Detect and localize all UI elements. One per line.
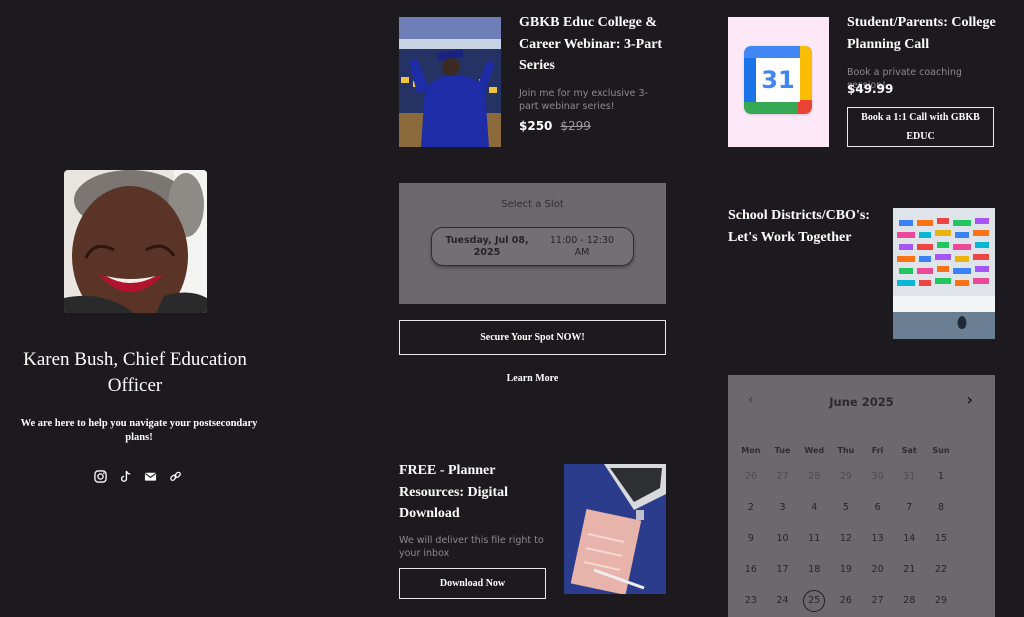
weekday-label: Sat [901,446,917,455]
calendar-day[interactable]: 21 [893,554,925,585]
weekday-row: Mon Tue Wed Thu Fri Sat Sun [735,441,989,461]
weekday-label: Thu [837,446,855,455]
calendar-day[interactable]: 19 [830,554,862,585]
calendar-week: 26 27 28 29 30 31 1 [735,461,989,492]
slot-heading: Select a Slot [501,199,564,210]
webinar-thumbnail[interactable] [399,17,501,147]
slot-option[interactable]: Tuesday, Jul 08, 2025 11:00 - 12:30 AM [431,227,634,266]
book-call-button[interactable]: Book a 1:1 Call with GBKB EDUC [847,107,994,147]
link-icon[interactable] [167,468,184,485]
calendar-day[interactable]: 11 [798,523,830,554]
calendar-day[interactable]: 9 [735,523,767,554]
calendar-day[interactable]: 16 [735,554,767,585]
profile-name: Karen Bush, Chief Education Officer [23,349,247,396]
calendar-day[interactable]: 12 [830,523,862,554]
calendar-day[interactable]: 15 [925,523,957,554]
calendar-day[interactable]: 30 [862,461,894,492]
webinar-price: $250 [519,119,553,133]
planner-thumbnail[interactable] [564,464,666,594]
calendar-day[interactable]: 22 [925,554,957,585]
calendar-week: 23 24 25 26 27 28 29 [735,585,989,616]
calendar-day[interactable]: 2 [735,492,767,523]
calendar-day[interactable]: 13 [862,523,894,554]
calendar-day[interactable]: 14 [893,523,925,554]
calendar-day[interactable]: 27 [767,461,799,492]
weekday-label: Fri [871,446,884,455]
calendar-day[interactable]: 1 [925,461,957,492]
calendar-day[interactable]: 26 [735,461,767,492]
secure-spot-button[interactable]: Secure Your Spot NOW! [399,320,666,355]
districts-thumbnail[interactable] [893,208,995,339]
calendar-day[interactable]: 17 [767,554,799,585]
calendar-day[interactable]: 26 [830,585,862,616]
social-links [88,468,188,486]
calendar-day[interactable]: 28 [798,461,830,492]
planner-title[interactable]: FREE - Planner Resources: Digital Downlo… [399,460,549,525]
slot-time: 11:00 - 12:30 AM [549,234,615,258]
calendar-week: 9 10 11 12 13 14 15 [735,523,989,554]
calendar-day[interactable]: 27 [862,585,894,616]
weekday-label: Mon [741,446,761,455]
calendar-day[interactable]: 4 [798,492,830,523]
profile-avatar [64,170,207,313]
calendar-grid: Mon Tue Wed Thu Fri Sat Sun 26 27 28 29 30 31 1 2 3 4 5 6 7… [735,441,989,616]
calendar-day[interactable]: 3 [767,492,799,523]
calendar-day[interactable]: 18 [798,554,830,585]
weekday-label: Wed [804,446,825,455]
calendar-day[interactable]: 29 [925,585,957,616]
learn-more-link[interactable]: Learn More [399,371,666,387]
slot-date: Tuesday, Jul 08, 2025 [445,234,529,258]
call-title[interactable]: Student/Parents: College Planning Call [847,12,997,55]
calendar-week: 16 17 18 19 20 21 22 [735,554,989,585]
calendar-day[interactable]: 10 [767,523,799,554]
calendar-day[interactable]: 28 [893,585,925,616]
instagram-icon[interactable] [92,468,109,485]
call-thumbnail[interactable]: 31 [728,17,829,147]
webinar-description: Join me for my exclusive 3-part webinar … [519,88,648,112]
calendar-week: 2345678 [735,492,989,523]
webinar-old-price: $299 [560,119,591,133]
next-month-icon[interactable]: › [966,390,973,409]
districts-title[interactable]: School Districts/CBO's: Let's Work Toget… [728,205,878,248]
webinar-pricing: $250 $299 [519,117,669,134]
mail-icon[interactable] [142,468,159,485]
download-now-button[interactable]: Download Now [399,568,546,599]
calendar-day[interactable]: 7 [893,492,925,523]
calendar-app-icon: 31 [744,46,812,114]
call-price: $49.99 [847,82,894,96]
calendar-day[interactable]: 20 [862,554,894,585]
calendar-day[interactable]: 23 [735,585,767,616]
calendar-day[interactable]: 5 [830,492,862,523]
calendar-day[interactable]: 24 [767,585,799,616]
profile-tagline: We are here to help you navigate your po… [20,418,258,443]
weekday-label: Sun [932,446,950,455]
calendar-app-day: 31 [756,58,800,102]
weekday-label: Tue [774,446,791,455]
webinar-title[interactable]: GBKB Educ College & Career Webinar: 3-Pa… [519,12,669,77]
calendar-day[interactable]: 8 [925,492,957,523]
calendar-day[interactable]: 31 [893,461,925,492]
calendar-day-selected[interactable]: 25 [798,585,830,616]
planner-description: We will deliver this file right to your … [399,535,544,559]
booking-calendar: ‹ June 2025 › Mon Tue Wed Thu Fri Sat Sun 26 27 2… [728,375,995,617]
calendar-month: June 2025 [829,395,894,409]
calendar-day[interactable]: 29 [830,461,862,492]
tiktok-icon[interactable] [117,468,134,485]
slot-selector: Select a Slot Tuesday, Jul 08, 2025 11:0… [399,183,666,304]
calendar-day[interactable]: 6 [862,492,894,523]
